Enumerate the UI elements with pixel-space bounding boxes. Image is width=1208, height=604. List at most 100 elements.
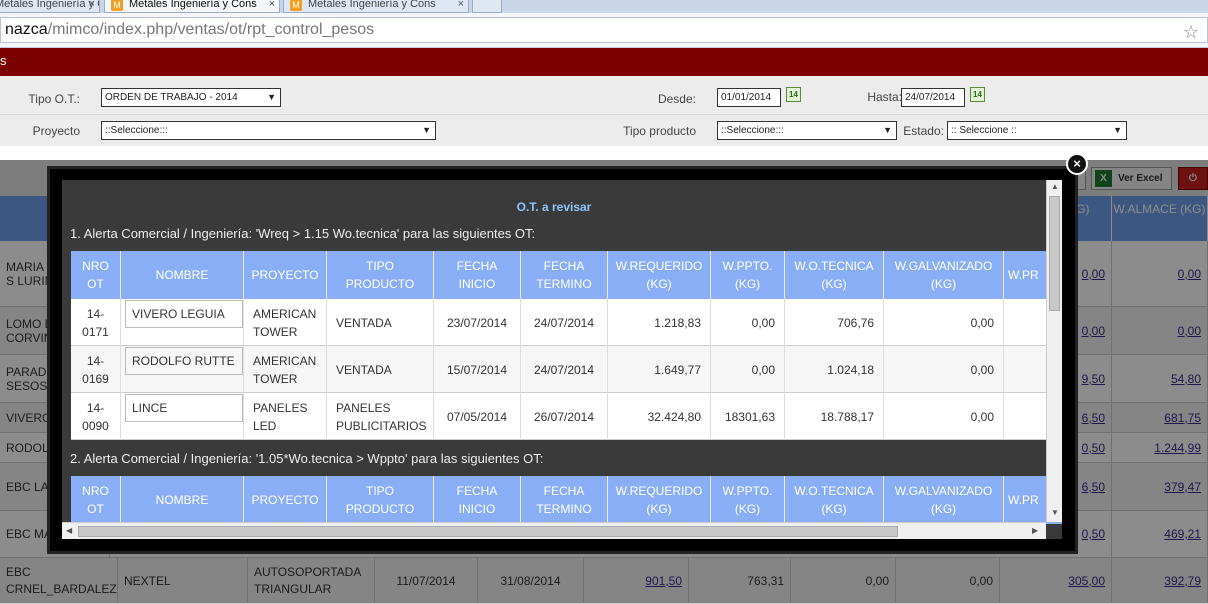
- close-tab-icon[interactable]: ×: [458, 0, 464, 12]
- name-cell: LINCE: [121, 393, 244, 440]
- name-cell: VIVERO LEGUIA: [121, 299, 244, 346]
- bookmark-star-icon[interactable]: ☆: [1183, 20, 1199, 44]
- column-header: FECHA TERMINO: [521, 476, 608, 524]
- name-field[interactable]: RODOLFO RUTTE: [125, 347, 243, 375]
- table-cell: 18301,63: [711, 393, 785, 440]
- tab-title: Metales Ingeniería y Cons: [0, 0, 99, 10]
- table-cell: 0,00: [711, 299, 785, 346]
- name-field[interactable]: VIVERO LEGUIA: [125, 300, 243, 328]
- scroll-up-icon[interactable]: ▲: [1051, 182, 1059, 191]
- desde-label: Desde:: [657, 92, 696, 106]
- modal-title: O.T. a revisar: [516, 200, 592, 214]
- column-header: NOMBRE: [121, 251, 244, 299]
- close-tab-icon[interactable]: ×: [269, 0, 275, 12]
- table-cell: 32.424,80: [608, 393, 711, 440]
- column-header: NRO OT: [71, 476, 121, 524]
- table-row: 14-0169 RODOLFO RUTTE AMERICAN TOWER VEN…: [71, 346, 1062, 393]
- hasta-label: Hasta:: [867, 90, 902, 104]
- modal-vertical-scrollbar[interactable]: ▲ ▼: [1046, 180, 1062, 522]
- table-cell: 1.024,18: [785, 346, 884, 393]
- site-favicon-icon: M: [111, 0, 123, 11]
- column-header: FECHA INICIO: [434, 476, 521, 524]
- address-bar[interactable]: nazca/mimco/index.php/ventas/ot/rpt_cont…: [0, 17, 1208, 43]
- calendar-icon[interactable]: 14: [786, 87, 801, 102]
- column-header: NOMBRE: [121, 476, 244, 524]
- table-cell: 15/07/2014: [434, 346, 521, 393]
- proyecto-select[interactable]: ::Seleccione::: ▼: [101, 121, 436, 140]
- table-cell: 706,76: [785, 299, 884, 346]
- hasta-date-input[interactable]: 24/07/2014: [901, 88, 965, 107]
- new-tab-button[interactable]: [472, 0, 502, 13]
- scrollbar-thumb[interactable]: [1049, 196, 1060, 311]
- chevron-down-icon: ▼: [1113, 125, 1122, 135]
- close-tab-icon[interactable]: ×: [89, 0, 95, 12]
- table-cell: PANELES LED: [244, 393, 327, 440]
- column-header: TIPO PRODUCTO: [327, 251, 434, 299]
- browser-tab-strip: Metales Ingeniería y Cons × M Metales In…: [0, 0, 1208, 13]
- column-header: PROYECTO: [244, 251, 327, 299]
- table-cell: 07/05/2014: [434, 393, 521, 440]
- scroll-right-icon[interactable]: ▶: [1032, 526, 1038, 535]
- table-cell: 0,00: [884, 393, 1004, 440]
- table-cell: 23/07/2014: [434, 299, 521, 346]
- table-cell: 0,00: [884, 346, 1004, 393]
- estado-select[interactable]: :: Seleccione :: ▼: [947, 121, 1127, 140]
- column-header: W.PPTO. (KG): [711, 476, 785, 524]
- table-row: 14-0171 VIVERO LEGUIA AMERICAN TOWER VEN…: [71, 299, 1062, 346]
- url-path: /mimco/index.php/ventas/ot/rpt_control_p…: [47, 21, 375, 38]
- column-header: W.REQUERIDO (KG): [608, 476, 711, 524]
- filter-panel: Tipo O.T.: ORDEN DE TRABAJO - 2014 ▼ Desd…: [0, 76, 1208, 146]
- table-cell: AMERICAN TOWER: [244, 299, 327, 346]
- column-header: W.O.TECNICA (KG): [785, 476, 884, 524]
- name-field[interactable]: LINCE: [125, 394, 243, 422]
- table-cell: 1.218,83: [608, 299, 711, 346]
- estado-label: Estado:: [903, 124, 944, 138]
- column-header: W.O.TECNICA (KG): [785, 251, 884, 299]
- column-header: PROYECTO: [244, 476, 327, 524]
- browser-tab[interactable]: M Metales Ingeniería y Cons ×: [283, 0, 469, 13]
- table-cell: AMERICAN TOWER: [244, 346, 327, 393]
- url-host: nazca: [5, 21, 48, 38]
- table-cell: 24/07/2014: [521, 346, 608, 393]
- chevron-down-icon: ▼: [267, 92, 276, 102]
- column-header: NRO OT: [71, 251, 121, 299]
- table-cell: VENTADA: [327, 346, 434, 393]
- ot-number-cell: 14-0171: [71, 299, 121, 346]
- scrollbar-thumb[interactable]: [78, 526, 898, 537]
- browser-tab-active[interactable]: M Metales Ingeniería y Cons ×: [104, 0, 280, 13]
- column-header: W.REQUERIDO (KG): [608, 251, 711, 299]
- close-icon[interactable]: ×: [1066, 153, 1088, 175]
- ot-number-cell: 14-0169: [71, 346, 121, 393]
- modal-horizontal-scrollbar[interactable]: ◀ ▶: [62, 522, 1046, 539]
- site-favicon-icon: M: [290, 0, 302, 11]
- scroll-left-icon[interactable]: ◀: [66, 526, 72, 535]
- table-row: 14-0090 LINCE PANELES LED PANELES PUBLIC…: [71, 393, 1062, 440]
- scroll-down-icon[interactable]: ▼: [1051, 508, 1059, 517]
- column-header: FECHA INICIO: [434, 251, 521, 299]
- tipo-ot-label: Tipo O.T.:: [28, 92, 80, 106]
- table-cell: 24/07/2014: [521, 299, 608, 346]
- desde-date-input[interactable]: 01/01/2014: [717, 88, 781, 107]
- table-cell: 1.649,77: [608, 346, 711, 393]
- column-header: TIPO PRODUCTO: [327, 476, 434, 524]
- ot-number-cell: 14-0090: [71, 393, 121, 440]
- modal-content: O.T. a revisar 1. Alerta Comercial / Ing…: [62, 180, 1062, 539]
- app-menu-bar: s: [0, 48, 1208, 76]
- column-header: W.GALVANIZADO (KG): [884, 251, 1004, 299]
- browser-tab[interactable]: Metales Ingeniería y Cons ×: [0, 0, 100, 13]
- filter-row-1: Tipo O.T.: ORDEN DE TRABAJO - 2014 ▼ Desd…: [0, 82, 1208, 115]
- table-cell: 26/07/2014: [521, 393, 608, 440]
- menu-bar-text: s: [0, 53, 7, 68]
- tipo-producto-label: Tipo producto: [623, 124, 696, 138]
- tipo-producto-select[interactable]: ::Seleccione::: ▼: [717, 121, 897, 140]
- tipo-ot-select[interactable]: ORDEN DE TRABAJO - 2014 ▼: [101, 88, 281, 107]
- tab-title: Metales Ingeniería y Cons: [308, 0, 436, 10]
- column-header: W.GALVANIZADO (KG): [884, 476, 1004, 524]
- proyecto-label: Proyecto: [32, 124, 80, 138]
- browser-toolbar: nazca/mimco/index.php/ventas/ot/rpt_cont…: [0, 13, 1208, 48]
- calendar-icon[interactable]: 14: [970, 87, 985, 102]
- column-header: W.PPTO. (KG): [711, 251, 785, 299]
- name-cell: RODOLFO RUTTE: [121, 346, 244, 393]
- chevron-down-icon: ▼: [422, 125, 431, 135]
- table-cell: PANELES PUBLICITARIOS: [327, 393, 434, 440]
